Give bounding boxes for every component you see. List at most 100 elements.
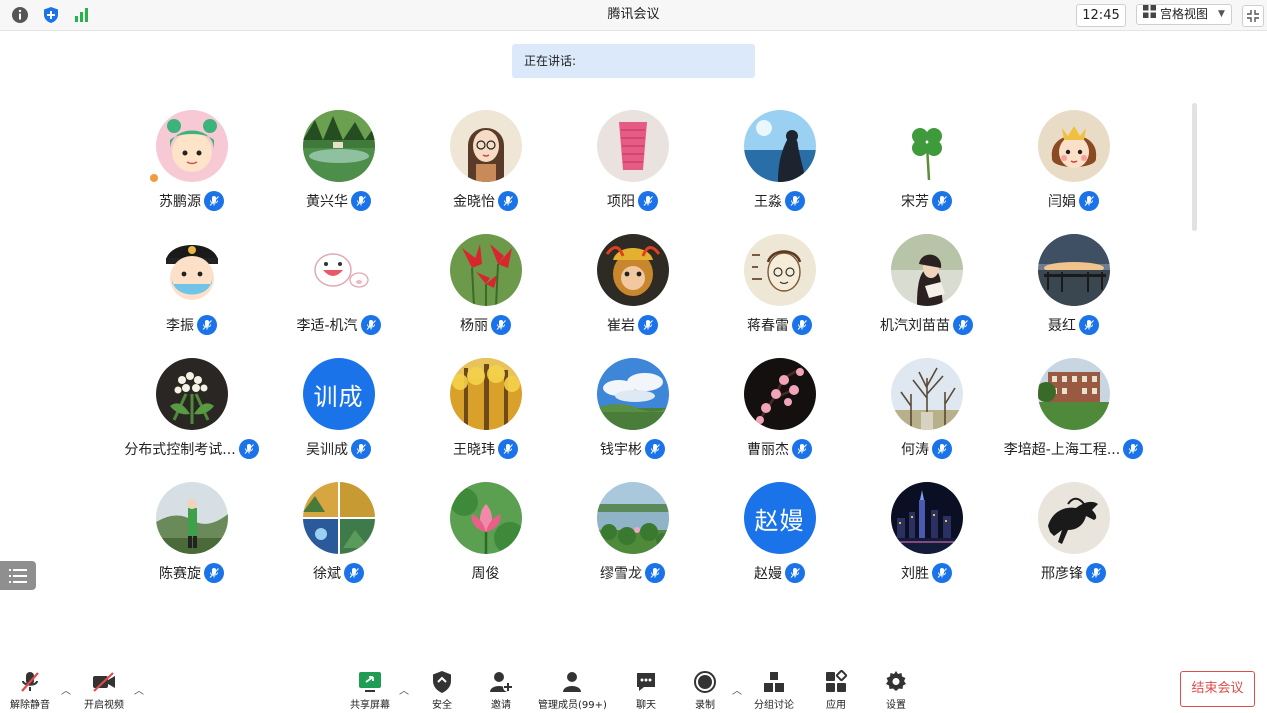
participant-name: 陈赛旋	[159, 566, 201, 582]
participant-name: 苏鹏源	[159, 194, 201, 210]
apps-icon	[824, 670, 848, 694]
mic-muted-icon	[932, 439, 952, 459]
participant-name: 钱宇彬	[600, 442, 642, 458]
participant-tile[interactable]: 王淼	[706, 110, 853, 234]
apps-button[interactable]: 应用	[824, 670, 848, 711]
record-button[interactable]: 录制	[693, 670, 717, 711]
mic-muted-icon	[491, 315, 511, 335]
video-options-chevron[interactable]: ︿	[134, 682, 144, 697]
participant-name-row: 邢彦锋	[1041, 562, 1106, 584]
participant-name-row: 机汽刘苗苗	[880, 314, 973, 336]
share-screen-button[interactable]: 共享屏幕	[350, 670, 390, 711]
avatar	[302, 110, 375, 182]
mic-muted-icon	[197, 315, 217, 335]
participant-name: 聂红	[1048, 318, 1076, 334]
chat-button[interactable]: 聊天	[634, 670, 658, 711]
participant-tile[interactable]: 蒋春雷	[706, 234, 853, 358]
participant-tile[interactable]: 机汽刘苗苗	[853, 234, 1000, 358]
participant-name-row: 李振	[166, 314, 217, 336]
record-options-chevron[interactable]: ︿	[732, 682, 742, 697]
participant-tile[interactable]: 闫娟	[1000, 110, 1147, 234]
chat-icon	[634, 670, 658, 694]
avatar	[890, 234, 963, 306]
scrollbar[interactable]	[1192, 103, 1197, 231]
participant-name-row: 蒋春雷	[747, 314, 812, 336]
participant-tile[interactable]: 宋芳	[853, 110, 1000, 234]
mic-muted-icon	[638, 315, 658, 335]
participant-tile[interactable]: 杨丽	[412, 234, 559, 358]
participant-name: 缪雪龙	[600, 566, 642, 582]
unmute-button[interactable]: 解除静音	[10, 670, 50, 711]
participant-name: 曹丽杰	[747, 442, 789, 458]
end-meeting-button[interactable]: 结束会议	[1180, 671, 1255, 707]
start-video-button[interactable]: 开启视频	[84, 670, 124, 711]
participant-tile[interactable]: 分布式控制考试...	[118, 358, 265, 482]
participant-name-row: 苏鹏源	[159, 190, 224, 212]
mic-muted-icon	[498, 191, 518, 211]
participant-tile[interactable]: 聂红	[1000, 234, 1147, 358]
participant-tile[interactable]: 缪雪龙	[559, 482, 706, 606]
avatar	[449, 482, 522, 554]
settings-button[interactable]: 设置	[884, 670, 908, 711]
participant-tile[interactable]: 金晓怡	[412, 110, 559, 234]
participant-tile[interactable]: 苏鹏源	[118, 110, 265, 234]
participant-tile[interactable]: 李培超-上海工程...	[1000, 358, 1147, 482]
avatar	[743, 234, 816, 306]
avatar	[1037, 234, 1110, 306]
mic-muted-icon	[645, 563, 665, 583]
participant-name: 机汽刘苗苗	[880, 318, 950, 334]
participant-tile[interactable]: 项阳	[559, 110, 706, 234]
participant-tile[interactable]: 何涛	[853, 358, 1000, 482]
participant-name: 金晓怡	[453, 194, 495, 210]
mic-muted-icon	[204, 563, 224, 583]
participant-name-row: 王晓玮	[453, 438, 518, 460]
participant-tile[interactable]: 徐斌	[265, 482, 412, 606]
participant-name: 王晓玮	[453, 442, 495, 458]
participant-tile[interactable]: 邢彦锋	[1000, 482, 1147, 606]
participant-name-row: 聂红	[1048, 314, 1099, 336]
avatar	[596, 358, 669, 430]
avatar	[449, 234, 522, 306]
view-mode-button[interactable]: 宫格视图 ▼	[1136, 4, 1232, 25]
participant-tile[interactable]: 黄兴华	[265, 110, 412, 234]
avatar	[1037, 358, 1110, 430]
mic-muted-icon	[18, 670, 42, 694]
avatar-initials: 训成	[302, 358, 375, 430]
mic-muted-icon	[1086, 563, 1106, 583]
participant-tile[interactable]: 钱宇彬	[559, 358, 706, 482]
participant-tile[interactable]: 陈赛旋	[118, 482, 265, 606]
participant-tile[interactable]: 刘胜	[853, 482, 1000, 606]
security-button[interactable]: 安全	[431, 670, 453, 711]
share-options-chevron[interactable]: ︿	[399, 682, 409, 697]
host-badge-icon	[148, 172, 160, 184]
participant-tile[interactable]: 崔岩	[559, 234, 706, 358]
participant-tile[interactable]: 训成 吴训成	[265, 358, 412, 482]
participant-tile[interactable]: 李适-机汽	[265, 234, 412, 358]
breakout-icon	[762, 670, 786, 694]
list-icon	[9, 568, 27, 583]
caret-down-icon: ▼	[1218, 9, 1225, 19]
unmute-options-chevron[interactable]: ︿	[61, 682, 71, 697]
participant-name: 李培超-上海工程...	[1003, 442, 1121, 458]
avatar	[449, 110, 522, 182]
avatar-initials: 赵嫚	[743, 482, 816, 554]
breakout-button[interactable]: 分组讨论	[754, 670, 794, 711]
participant-tile[interactable]: 曹丽杰	[706, 358, 853, 482]
exit-fullscreen-button[interactable]	[1242, 5, 1264, 27]
participant-name-row: 吴训成	[306, 438, 371, 460]
side-panel-toggle[interactable]	[0, 561, 36, 590]
participant-tile[interactable]: 李振	[118, 234, 265, 358]
avatar	[302, 482, 375, 554]
participant-tile[interactable]: 周俊	[412, 482, 559, 606]
participant-name-row: 刘胜	[901, 562, 952, 584]
participant-name: 何涛	[901, 442, 929, 458]
speaking-banner: 正在讲话:	[512, 44, 755, 78]
participant-tile[interactable]: 赵嫚 赵嫚	[706, 482, 853, 606]
manage-members-button[interactable]: 管理成员(99+)	[538, 670, 607, 711]
participant-name-row: 闫娟	[1048, 190, 1099, 212]
collapse-icon	[1247, 10, 1259, 22]
invite-button[interactable]: 邀请	[489, 670, 513, 711]
participant-tile[interactable]: 王晓玮	[412, 358, 559, 482]
share-screen-icon	[357, 670, 383, 694]
mic-muted-icon	[204, 191, 224, 211]
